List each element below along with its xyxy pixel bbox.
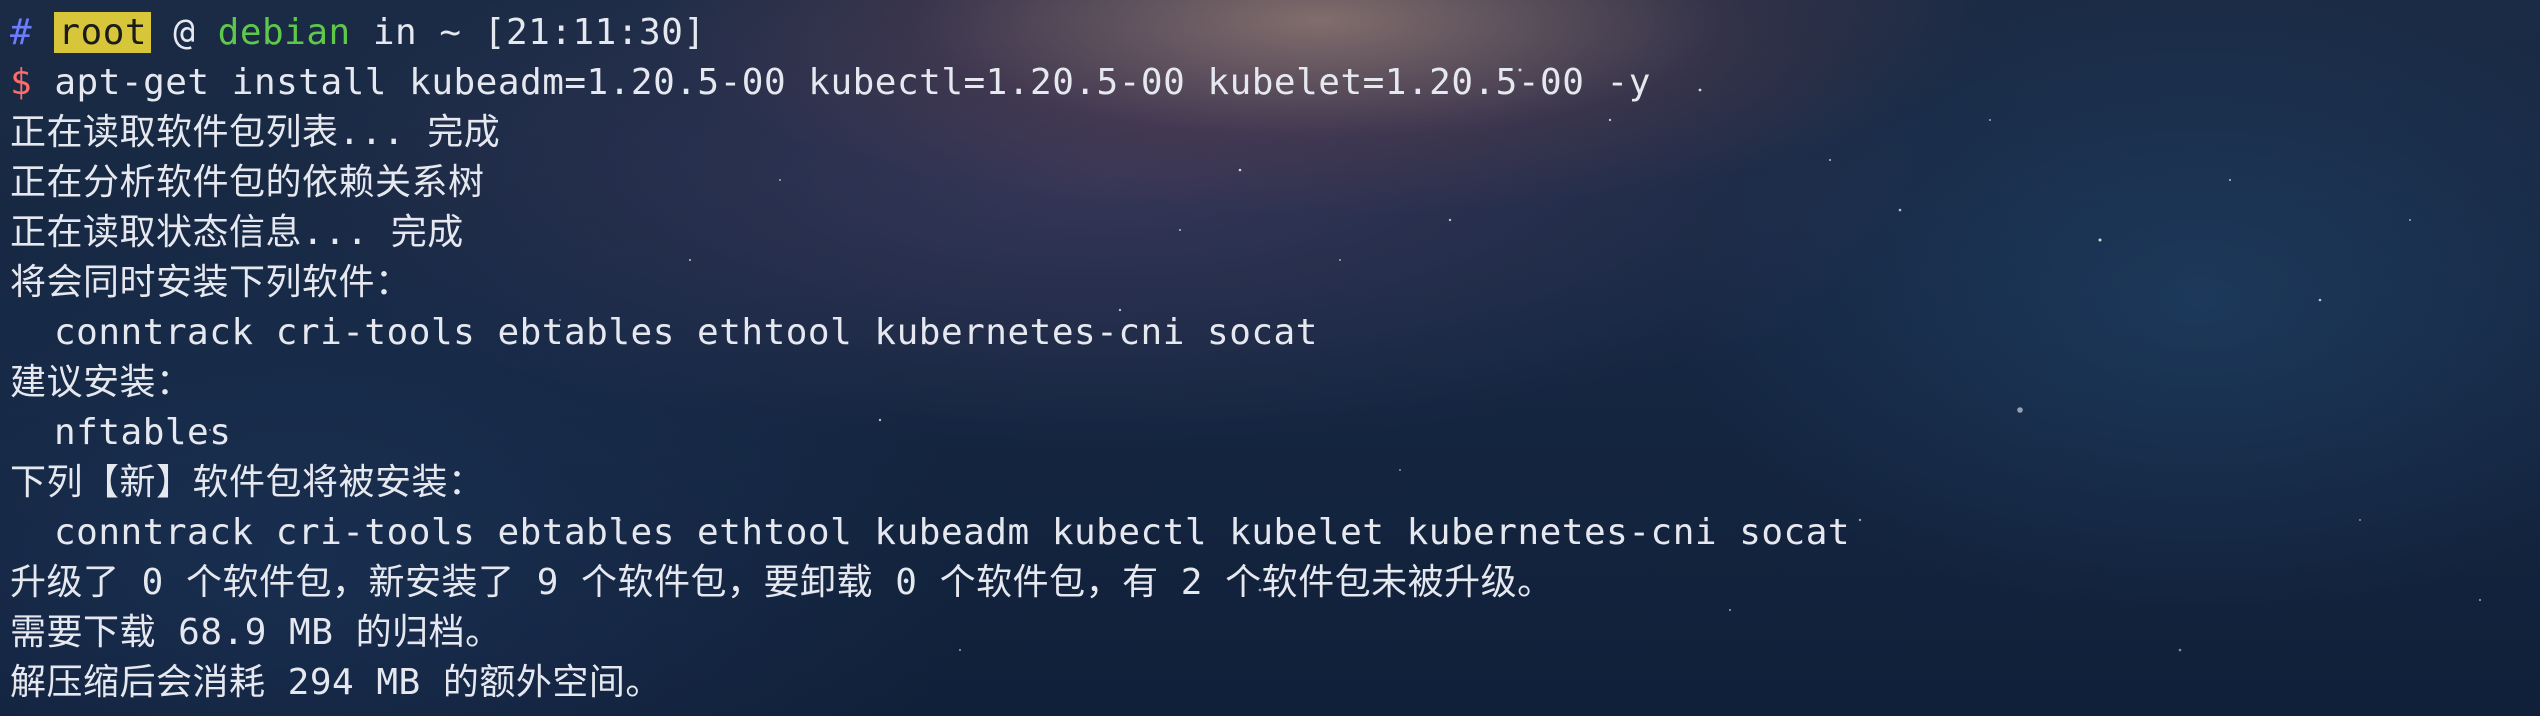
command-prompt-symbol: $ <box>10 62 33 103</box>
output-line: 将会同时安装下列软件： <box>10 262 412 303</box>
output-line-new-packages: conntrack cri-tools ebtables ethtool kub… <box>54 512 1851 553</box>
output-line-summary: 升级了 0 个软件包，新安装了 9 个软件包，要卸载 0 个软件包，有 2 个软… <box>10 562 1554 603</box>
output-line-download-size: 需要下载 68.9 MB 的归档。 <box>10 612 502 653</box>
prompt-in: in <box>372 12 418 53</box>
prompt-hash: # <box>10 12 33 53</box>
output-line-suggested-package: nftables <box>54 412 232 453</box>
prompt-at: @ <box>173 12 196 53</box>
output-line: 建议安装： <box>10 362 193 403</box>
output-line: 正在分析软件包的依赖关系树 <box>10 162 485 203</box>
output-line: 正在读取状态信息... 完成 <box>10 212 464 253</box>
prompt-path: ~ <box>439 12 462 53</box>
terminal-window[interactable]: # root @ debian in ~ [21:11:30] $ apt-ge… <box>10 8 2510 708</box>
prompt-line: # root @ debian in ~ [21:11:30] <box>10 8 2510 58</box>
output-line: 下列【新】软件包将被安装： <box>10 462 485 503</box>
command-line[interactable]: $ apt-get install kubeadm=1.20.5-00 kube… <box>10 58 2510 108</box>
prompt-user: root <box>54 12 152 53</box>
prompt-time: [21:11:30] <box>483 12 706 53</box>
output-line-package-list: conntrack cri-tools ebtables ethtool kub… <box>54 312 1318 353</box>
command-text[interactable]: apt-get install kubeadm=1.20.5-00 kubect… <box>54 62 1651 103</box>
output-line-disk-space: 解压缩后会消耗 294 MB 的额外空间。 <box>10 662 662 703</box>
prompt-host: debian <box>217 12 351 53</box>
output-line: 正在读取软件包列表... 完成 <box>10 112 501 153</box>
